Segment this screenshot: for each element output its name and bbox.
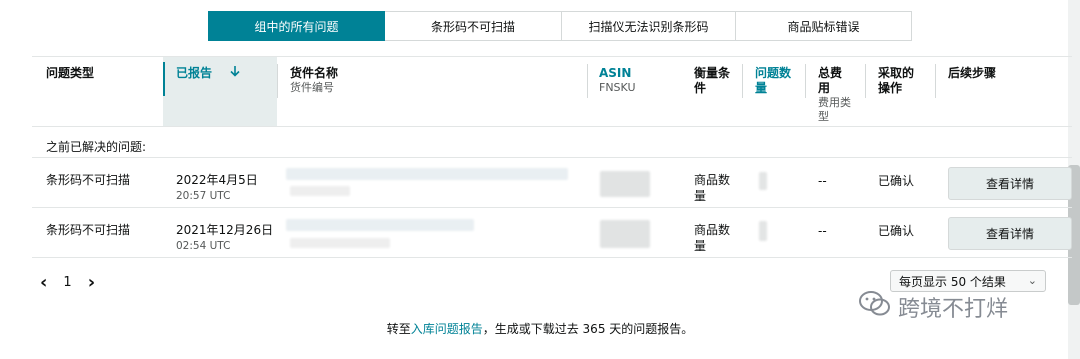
- row-divider: [32, 257, 1072, 258]
- tab-scanner-cannot-read[interactable]: 扫描仪无法识别条形码: [562, 11, 736, 41]
- arrow-down-icon: [230, 66, 240, 80]
- total-fee-label-line1: 总费: [818, 66, 843, 80]
- redacted-item-id: [290, 186, 350, 196]
- pagination: ‹ 1 ›: [40, 272, 95, 293]
- sorted-column-indicator: [163, 62, 165, 96]
- chevron-down-icon: ⌄: [1027, 274, 1037, 287]
- watermark: 跨境不打烊: [858, 290, 1008, 324]
- column-divider: [935, 64, 936, 98]
- column-header-measure[interactable]: 衡量条 件: [694, 66, 730, 96]
- column-divider: [742, 64, 743, 98]
- column-header-item-name[interactable]: 货件名称 货件编号: [290, 66, 338, 95]
- fee-type-label-line2: 型: [818, 110, 829, 123]
- fee-type-label-line1: 费用类: [818, 96, 851, 109]
- footer-note: 转至入库问题报告，生成或下载过去 365 天的问题报告。: [0, 320, 1080, 337]
- section-label-resolved: 之前已解决的问题:: [46, 140, 147, 154]
- action-value: 已确认: [878, 174, 915, 188]
- column-header-issue-qty[interactable]: 问题数 量: [755, 66, 791, 96]
- issue-type-link[interactable]: 条形码不可扫描: [46, 222, 130, 238]
- redacted-asin: [600, 220, 650, 248]
- action-label-line1: 采取的: [878, 66, 915, 80]
- reported-date: 2021年12月26日: [176, 223, 274, 237]
- issue-qty-label-line2: 量: [755, 81, 768, 95]
- tab-barcode-unscannable[interactable]: 条形码不可扫描: [385, 11, 562, 41]
- measure-value-line2: 量: [694, 239, 707, 253]
- redacted-item-name: [286, 219, 474, 231]
- column-header-action[interactable]: 采取的 操作: [878, 66, 914, 96]
- issue-qty-label-line1: 问题数: [755, 66, 792, 80]
- action-label-line2: 操作: [878, 81, 903, 95]
- measure-label-line2: 件: [694, 81, 707, 95]
- column-header-total-fee[interactable]: 总费 用 费用类 型: [818, 66, 851, 124]
- column-divider: [865, 64, 866, 98]
- row-divider: [32, 207, 1072, 208]
- total-fee-label-line2: 用: [818, 81, 831, 95]
- column-divider: [805, 64, 806, 98]
- section-divider: [32, 157, 1072, 158]
- measure-value: 商品数 量: [694, 222, 730, 254]
- asin-label: ASIN: [599, 66, 632, 80]
- measure-value-line1: 商品数: [694, 173, 731, 187]
- issue-type-link[interactable]: 条形码不可扫描: [46, 172, 130, 188]
- per-page-select[interactable]: 每页显示 50 个结果 ⌄: [890, 270, 1046, 292]
- page-number[interactable]: 1: [63, 275, 71, 290]
- view-details-button[interactable]: 查看详情: [948, 217, 1072, 250]
- fnsku-label: FNSKU: [599, 81, 636, 94]
- measure-value: 商品数 量: [694, 172, 730, 204]
- item-id-label: 货件编号: [290, 81, 334, 94]
- inbound-issue-report-link[interactable]: 入库问题报告: [411, 322, 483, 336]
- measure-value-line2: 量: [694, 189, 707, 203]
- reported-time: 20:57 UTC: [176, 190, 231, 202]
- redacted-item-name: [286, 168, 568, 180]
- column-divider: [277, 64, 278, 98]
- column-header-asin[interactable]: ASIN FNSKU: [599, 66, 636, 95]
- issue-tabs: 组中的所有问题 条形码不可扫描 扫描仪无法识别条形码 商品贴标错误: [208, 11, 912, 41]
- redacted-item-id: [290, 238, 390, 248]
- redacted-issue-qty: [759, 221, 767, 241]
- total-fee-value: --: [818, 174, 827, 188]
- measure-value-line1: 商品数: [694, 223, 731, 237]
- reported-date: 2022年4月5日: [176, 173, 258, 187]
- column-header-reported-label: 已报告: [176, 66, 213, 80]
- reported-time: 02:54 UTC: [176, 240, 231, 252]
- wechat-logo-icon: [858, 290, 892, 324]
- per-page-value: 每页显示 50 个结果: [899, 274, 1006, 289]
- column-header-issue-type[interactable]: 问题类型: [46, 66, 94, 81]
- tab-all-issues[interactable]: 组中的所有问题: [208, 11, 385, 41]
- footer-text-before: 转至: [386, 322, 411, 336]
- tab-mislabeled[interactable]: 商品贴标错误: [736, 11, 912, 41]
- chevron-left-icon[interactable]: ‹: [40, 272, 47, 293]
- action-value: 已确认: [878, 224, 915, 238]
- column-header-reported[interactable]: 已报告: [176, 66, 240, 81]
- watermark-text: 跨境不打烊: [898, 297, 1009, 322]
- redacted-issue-qty: [759, 172, 767, 190]
- measure-label-line1: 衡量条: [694, 66, 731, 80]
- chevron-right-icon[interactable]: ›: [88, 272, 95, 293]
- column-divider: [587, 64, 588, 98]
- redacted-asin: [600, 171, 650, 197]
- view-details-button[interactable]: 查看详情: [948, 167, 1072, 200]
- item-name-label: 货件名称: [290, 66, 339, 80]
- column-header-next-steps[interactable]: 后续步骤: [948, 66, 996, 81]
- total-fee-value: --: [818, 224, 827, 238]
- header-bottom-border: [32, 126, 1072, 127]
- footer-text-after: ，生成或下载过去 365 天的问题报告。: [482, 322, 694, 336]
